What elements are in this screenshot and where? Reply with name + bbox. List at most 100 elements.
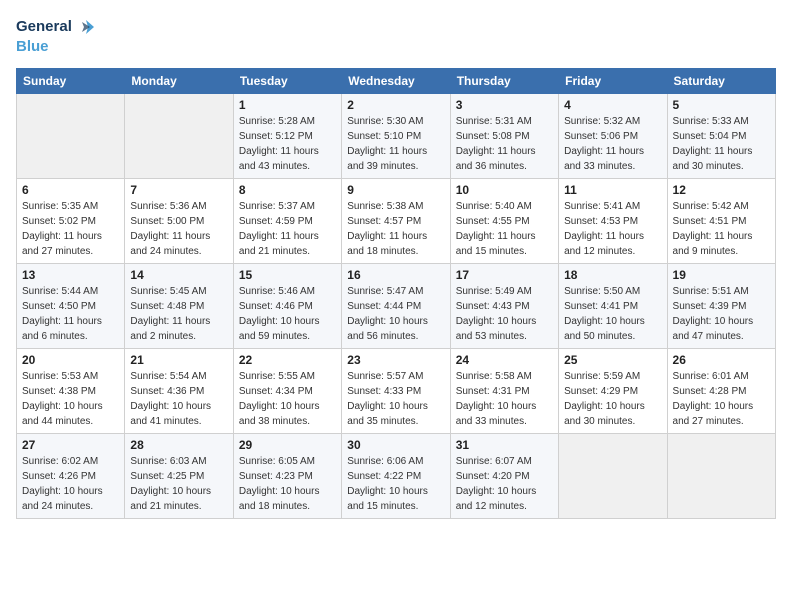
day-detail: Sunrise: 5:47 AMSunset: 4:44 PMDaylight:… — [347, 284, 444, 344]
day-detail: Sunrise: 5:51 AMSunset: 4:39 PMDaylight:… — [673, 284, 770, 344]
calendar-week-row: 13 Sunrise: 5:44 AMSunset: 4:50 PMDayligh… — [17, 264, 776, 349]
day-number: 3 — [456, 98, 553, 112]
header-thursday: Thursday — [450, 69, 558, 94]
day-detail: Sunrise: 6:01 AMSunset: 4:28 PMDaylight:… — [673, 369, 770, 429]
logo-bird-icon — [74, 16, 96, 38]
calendar-cell — [559, 434, 667, 519]
calendar-cell: 21 Sunrise: 5:54 AMSunset: 4:36 PMDayligh… — [125, 349, 233, 434]
day-detail: Sunrise: 6:02 AMSunset: 4:26 PMDaylight:… — [22, 454, 119, 514]
calendar-cell: 12 Sunrise: 5:42 AMSunset: 4:51 PMDayligh… — [667, 179, 775, 264]
page-header: General Blue — [16, 16, 776, 56]
calendar-cell: 27Sunrise: 6:02 AMSunset: 4:26 PMDayligh… — [17, 434, 125, 519]
day-number: 28 — [130, 438, 227, 452]
day-detail: Sunrise: 5:40 AMSunset: 4:55 PMDaylight:… — [456, 199, 553, 259]
calendar-cell: 19 Sunrise: 5:51 AMSunset: 4:39 PMDayligh… — [667, 264, 775, 349]
day-detail: Sunrise: 5:38 AMSunset: 4:57 PMDaylight:… — [347, 199, 444, 259]
calendar-cell: 24 Sunrise: 5:58 AMSunset: 4:31 PMDayligh… — [450, 349, 558, 434]
day-number: 17 — [456, 268, 553, 282]
calendar-cell: 1 Sunrise: 5:28 AMSunset: 5:12 PMDaylight… — [233, 94, 341, 179]
day-detail: Sunrise: 5:46 AMSunset: 4:46 PMDaylight:… — [239, 284, 336, 344]
calendar-cell: 7 Sunrise: 5:36 AMSunset: 5:00 PMDaylight… — [125, 179, 233, 264]
day-detail: Sunrise: 6:06 AMSunset: 4:22 PMDaylight:… — [347, 454, 444, 514]
calendar-cell: 23 Sunrise: 5:57 AMSunset: 4:33 PMDayligh… — [342, 349, 450, 434]
calendar-cell: 11Sunrise: 5:41 AMSunset: 4:53 PMDayligh… — [559, 179, 667, 264]
day-detail: Sunrise: 5:36 AMSunset: 5:00 PMDaylight:… — [130, 199, 227, 259]
day-detail: Sunrise: 5:30 AMSunset: 5:10 PMDaylight:… — [347, 114, 444, 174]
day-number: 4 — [564, 98, 661, 112]
header-friday: Friday — [559, 69, 667, 94]
day-detail: Sunrise: 5:54 AMSunset: 4:36 PMDaylight:… — [130, 369, 227, 429]
day-detail: Sunrise: 5:59 AMSunset: 4:29 PMDaylight:… — [564, 369, 661, 429]
day-detail: Sunrise: 5:44 AMSunset: 4:50 PMDaylight:… — [22, 284, 119, 344]
logo-text-general: General — [16, 18, 72, 36]
calendar-cell — [17, 94, 125, 179]
day-detail: Sunrise: 5:32 AMSunset: 5:06 PMDaylight:… — [564, 114, 661, 174]
calendar-cell: 31 Sunrise: 6:07 AMSunset: 4:20 PMDayligh… — [450, 434, 558, 519]
logo-text-blue: Blue — [16, 38, 49, 56]
calendar-table: SundayMondayTuesdayWednesdayThursdayFrid… — [16, 68, 776, 519]
calendar-cell: 18 Sunrise: 5:50 AMSunset: 4:41 PMDayligh… — [559, 264, 667, 349]
day-number: 31 — [456, 438, 553, 452]
day-number: 21 — [130, 353, 227, 367]
header-monday: Monday — [125, 69, 233, 94]
day-number: 18 — [564, 268, 661, 282]
day-number: 23 — [347, 353, 444, 367]
day-number: 11 — [564, 183, 661, 197]
calendar-header-row: SundayMondayTuesdayWednesdayThursdayFrid… — [17, 69, 776, 94]
header-wednesday: Wednesday — [342, 69, 450, 94]
calendar-cell: 26 Sunrise: 6:01 AMSunset: 4:28 PMDayligh… — [667, 349, 775, 434]
day-number: 22 — [239, 353, 336, 367]
day-detail: Sunrise: 5:45 AMSunset: 4:48 PMDaylight:… — [130, 284, 227, 344]
logo-container: General Blue — [16, 16, 96, 56]
calendar-cell: 4 Sunrise: 5:32 AMSunset: 5:06 PMDaylight… — [559, 94, 667, 179]
day-number: 8 — [239, 183, 336, 197]
day-detail: Sunrise: 5:58 AMSunset: 4:31 PMDaylight:… — [456, 369, 553, 429]
calendar-week-row: 20 Sunrise: 5:53 AMSunset: 4:38 PMDayligh… — [17, 349, 776, 434]
calendar-cell: 17Sunrise: 5:49 AMSunset: 4:43 PMDayligh… — [450, 264, 558, 349]
calendar-week-row: 27Sunrise: 6:02 AMSunset: 4:26 PMDayligh… — [17, 434, 776, 519]
day-detail: Sunrise: 5:53 AMSunset: 4:38 PMDaylight:… — [22, 369, 119, 429]
calendar-week-row: 1 Sunrise: 5:28 AMSunset: 5:12 PMDaylight… — [17, 94, 776, 179]
day-number: 26 — [673, 353, 770, 367]
calendar-cell: 20 Sunrise: 5:53 AMSunset: 4:38 PMDayligh… — [17, 349, 125, 434]
calendar-cell: 28 Sunrise: 6:03 AMSunset: 4:25 PMDayligh… — [125, 434, 233, 519]
day-detail: Sunrise: 6:05 AMSunset: 4:23 PMDaylight:… — [239, 454, 336, 514]
day-number: 7 — [130, 183, 227, 197]
day-number: 30 — [347, 438, 444, 452]
day-number: 9 — [347, 183, 444, 197]
header-saturday: Saturday — [667, 69, 775, 94]
logo: General Blue — [16, 16, 96, 56]
day-number: 19 — [673, 268, 770, 282]
day-detail: Sunrise: 5:31 AMSunset: 5:08 PMDaylight:… — [456, 114, 553, 174]
day-number: 25 — [564, 353, 661, 367]
calendar-cell: 9 Sunrise: 5:38 AMSunset: 4:57 PMDaylight… — [342, 179, 450, 264]
calendar-cell: 30 Sunrise: 6:06 AMSunset: 4:22 PMDayligh… — [342, 434, 450, 519]
calendar-cell: 25 Sunrise: 5:59 AMSunset: 4:29 PMDayligh… — [559, 349, 667, 434]
calendar-cell: 8 Sunrise: 5:37 AMSunset: 4:59 PMDaylight… — [233, 179, 341, 264]
day-detail: Sunrise: 5:37 AMSunset: 4:59 PMDaylight:… — [239, 199, 336, 259]
day-detail: Sunrise: 5:35 AMSunset: 5:02 PMDaylight:… — [22, 199, 119, 259]
calendar-cell: 14Sunrise: 5:45 AMSunset: 4:48 PMDayligh… — [125, 264, 233, 349]
day-number: 20 — [22, 353, 119, 367]
day-detail: Sunrise: 5:33 AMSunset: 5:04 PMDaylight:… — [673, 114, 770, 174]
day-detail: Sunrise: 5:42 AMSunset: 4:51 PMDaylight:… — [673, 199, 770, 259]
day-number: 2 — [347, 98, 444, 112]
day-number: 16 — [347, 268, 444, 282]
calendar-cell: 16 Sunrise: 5:47 AMSunset: 4:44 PMDayligh… — [342, 264, 450, 349]
day-detail: Sunrise: 6:07 AMSunset: 4:20 PMDaylight:… — [456, 454, 553, 514]
day-detail: Sunrise: 6:03 AMSunset: 4:25 PMDaylight:… — [130, 454, 227, 514]
day-number: 13 — [22, 268, 119, 282]
day-detail: Sunrise: 5:28 AMSunset: 5:12 PMDaylight:… — [239, 114, 336, 174]
header-sunday: Sunday — [17, 69, 125, 94]
day-number: 12 — [673, 183, 770, 197]
header-tuesday: Tuesday — [233, 69, 341, 94]
day-detail: Sunrise: 5:57 AMSunset: 4:33 PMDaylight:… — [347, 369, 444, 429]
day-number: 24 — [456, 353, 553, 367]
day-detail: Sunrise: 5:50 AMSunset: 4:41 PMDaylight:… — [564, 284, 661, 344]
calendar-cell: 22Sunrise: 5:55 AMSunset: 4:34 PMDayligh… — [233, 349, 341, 434]
calendar-cell: 29 Sunrise: 6:05 AMSunset: 4:23 PMDayligh… — [233, 434, 341, 519]
day-number: 1 — [239, 98, 336, 112]
calendar-cell: 15 Sunrise: 5:46 AMSunset: 4:46 PMDayligh… — [233, 264, 341, 349]
day-number: 29 — [239, 438, 336, 452]
day-number: 15 — [239, 268, 336, 282]
